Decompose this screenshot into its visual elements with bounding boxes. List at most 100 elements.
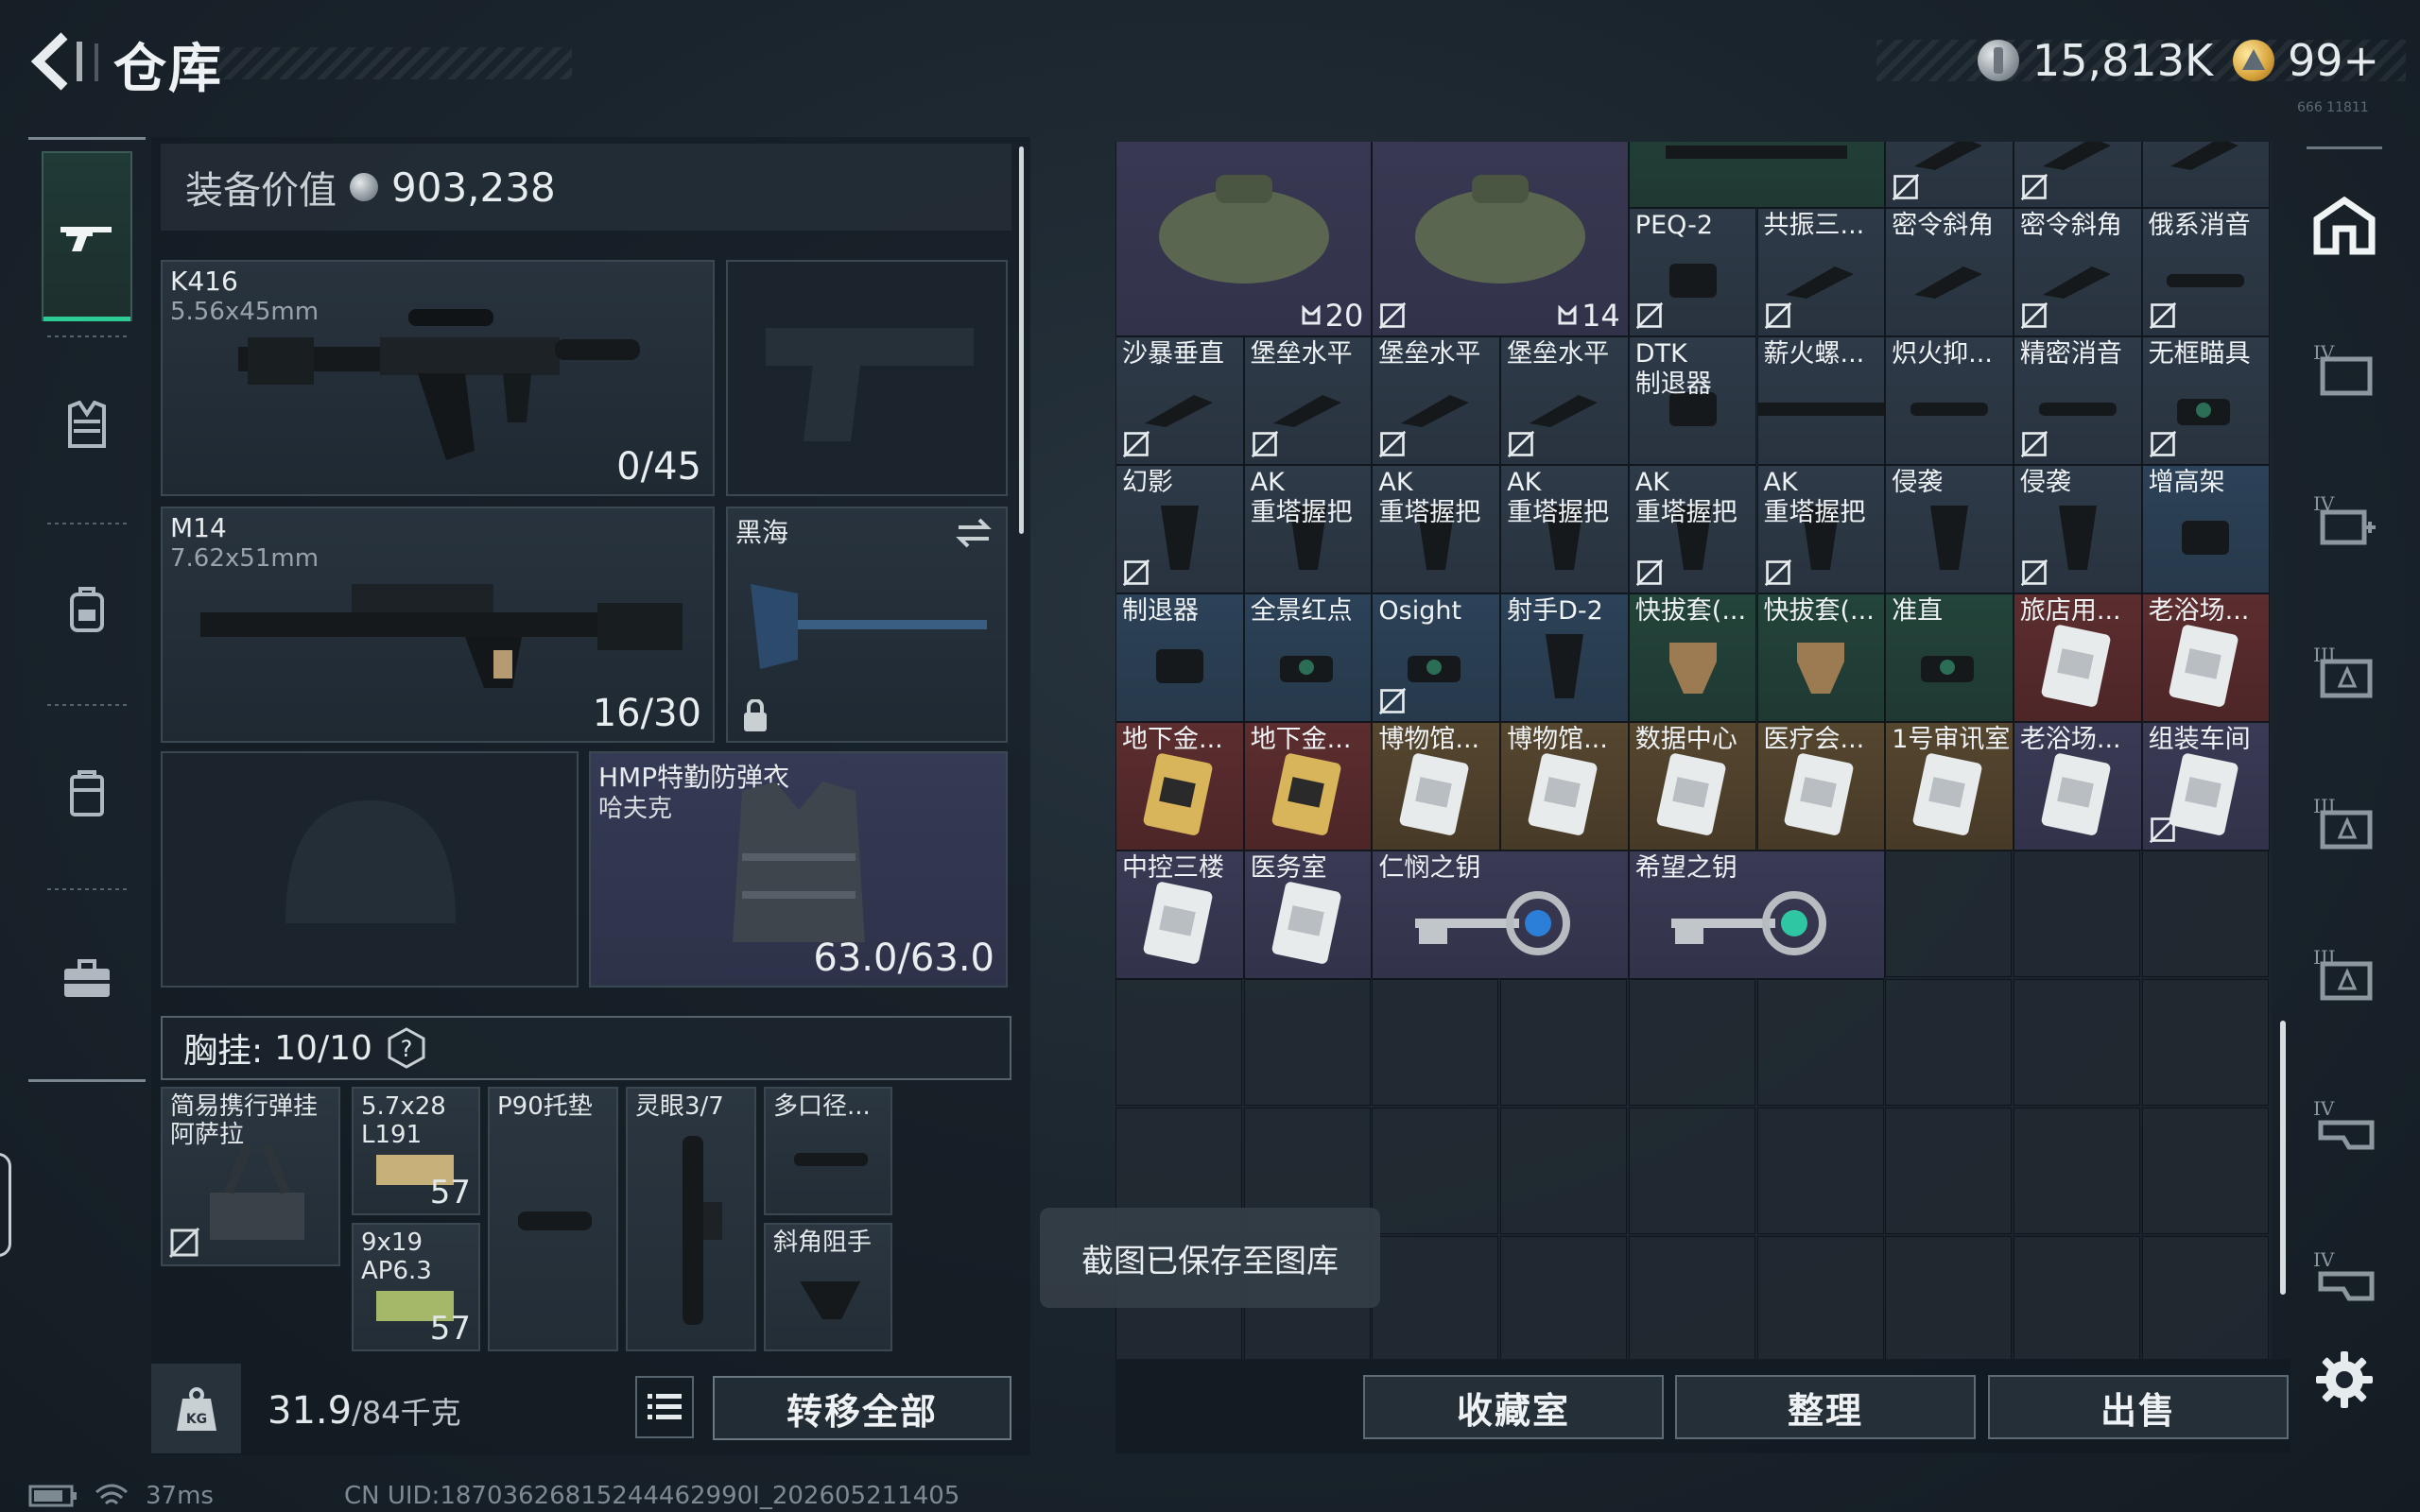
help-icon[interactable]: ? bbox=[384, 1025, 429, 1071]
storage-item[interactable]: 幻影 bbox=[1115, 465, 1244, 593]
add-iv-icon[interactable]: IV bbox=[2307, 482, 2382, 558]
storage-item[interactable]: 希望之钥 bbox=[1628, 850, 1886, 979]
storage-item[interactable]: 地下金... bbox=[1115, 722, 1244, 850]
transfer-all-button[interactable]: 转移全部 bbox=[713, 1376, 1011, 1440]
grid-cell[interactable] bbox=[1372, 1236, 1499, 1359]
grid-cell[interactable] bbox=[1628, 979, 1755, 1106]
grid-cell[interactable] bbox=[1115, 979, 1242, 1106]
storage-item[interactable]: 旅店用... bbox=[2013, 593, 2142, 722]
storage-item[interactable]: 快拔套(... bbox=[1756, 593, 1886, 722]
grid-cell[interactable] bbox=[1243, 979, 1371, 1106]
storage-item[interactable]: 密令斜角 bbox=[2013, 208, 2142, 336]
storage-item[interactable]: AK 重塔握把 bbox=[1500, 465, 1629, 593]
grid-cell[interactable] bbox=[1372, 979, 1499, 1106]
storage-item[interactable]: 密令斜角 bbox=[1885, 208, 2014, 336]
grid-cell[interactable] bbox=[1756, 1236, 1884, 1359]
storage-item[interactable]: AK 重塔握把 bbox=[1372, 465, 1501, 593]
sell-button[interactable]: 出售 bbox=[1988, 1375, 2289, 1439]
storage-item[interactable]: AK 重塔握把 bbox=[1243, 465, 1373, 593]
nav-item-weapons[interactable] bbox=[42, 151, 132, 321]
storage-item[interactable]: PEQ-2 bbox=[1628, 208, 1757, 336]
scope-slot[interactable]: 灵眼3/7 bbox=[626, 1087, 756, 1351]
grid-cell[interactable] bbox=[1500, 1108, 1628, 1234]
grid-cell[interactable] bbox=[1756, 979, 1884, 1106]
grid-cell[interactable] bbox=[1500, 979, 1628, 1106]
swap-icon[interactable] bbox=[955, 516, 993, 550]
ammo-slot[interactable]: 9x19 AP6.3 57 bbox=[352, 1223, 480, 1351]
storage-item[interactable]: 堡垒水平 bbox=[1500, 336, 1629, 465]
nav-item-toolbox[interactable] bbox=[42, 893, 132, 1063]
settings-icon[interactable] bbox=[2307, 1342, 2382, 1418]
storage-item[interactable]: 仁悯之钥 bbox=[1372, 850, 1629, 979]
grid-cell[interactable] bbox=[2141, 850, 2269, 977]
grid-cell[interactable] bbox=[2141, 979, 2269, 1106]
nav-item-backpack[interactable] bbox=[42, 524, 132, 695]
box-iii-icon[interactable]: III bbox=[2307, 784, 2382, 860]
storage-item[interactable]: 博物馆... bbox=[1500, 722, 1629, 850]
storage-item[interactable]: 医务室 bbox=[1243, 850, 1373, 979]
storage-item[interactable]: 20 bbox=[1115, 142, 1373, 336]
stock-pad-slot[interactable]: P90托垫 bbox=[488, 1087, 618, 1351]
grid-cell[interactable] bbox=[2141, 1236, 2269, 1359]
grip-slot[interactable]: 斜角阻手 bbox=[764, 1223, 892, 1351]
storage-item[interactable]: 1号审讯室 bbox=[1885, 722, 2014, 850]
storage-scrollbar[interactable] bbox=[2280, 1021, 2286, 1295]
storage-item[interactable] bbox=[1628, 142, 1886, 208]
grid-cell[interactable] bbox=[1372, 1108, 1499, 1234]
storage-item[interactable]: 共振三... bbox=[1756, 208, 1886, 336]
storage-item[interactable]: 制退器 bbox=[1115, 593, 1244, 722]
nav-item-case[interactable] bbox=[42, 709, 132, 879]
storage-item[interactable] bbox=[2013, 142, 2142, 208]
storage-item[interactable]: 老浴场... bbox=[2141, 593, 2271, 722]
storage-item[interactable]: 沙暴垂直 bbox=[1115, 336, 1244, 465]
folder-iv-icon[interactable]: IV bbox=[2307, 331, 2382, 406]
storage-item[interactable]: 堡垒水平 bbox=[1372, 336, 1501, 465]
storage-item[interactable]: 堡垒水平 bbox=[1243, 336, 1373, 465]
storage-item[interactable]: 全景红点 bbox=[1243, 593, 1373, 722]
grid-cell[interactable] bbox=[1628, 1236, 1755, 1359]
primary-weapon-slot[interactable]: K416 5.56x45mm 0/45 bbox=[161, 260, 715, 496]
nav-item-armor[interactable] bbox=[42, 340, 132, 510]
equipment-scrollbar[interactable] bbox=[1019, 146, 1024, 534]
grid-cell[interactable] bbox=[1885, 1236, 2013, 1359]
box-iv-icon[interactable]: IV bbox=[2307, 1087, 2382, 1162]
storage-home-icon[interactable] bbox=[2307, 187, 2382, 263]
chest-rig-slot[interactable]: 简易携行弹挂 阿萨拉 bbox=[161, 1087, 340, 1266]
grid-cell[interactable] bbox=[2013, 979, 2140, 1106]
grid-cell[interactable] bbox=[2013, 1108, 2140, 1234]
grid-cell[interactable] bbox=[1756, 1108, 1884, 1234]
grid-cell[interactable] bbox=[1500, 1236, 1628, 1359]
pistol-slot[interactable] bbox=[726, 260, 1008, 496]
storage-item[interactable]: 中控三楼 bbox=[1115, 850, 1244, 979]
storage-item[interactable]: 数据中心 bbox=[1628, 722, 1757, 850]
storage-item[interactable]: 射手D-2 bbox=[1500, 593, 1629, 722]
storage-item[interactable]: Osight bbox=[1372, 593, 1501, 722]
box-iv-icon[interactable]: IV bbox=[2307, 1238, 2382, 1314]
ammo-slot[interactable]: 5.7x28 L191 57 bbox=[352, 1087, 480, 1215]
storage-item[interactable]: 侵袭 bbox=[1885, 465, 2014, 593]
grid-cell[interactable] bbox=[2141, 1108, 2269, 1234]
storage-item[interactable]: AK 重塔握把 bbox=[1756, 465, 1886, 593]
box-iii-icon[interactable]: III bbox=[2307, 633, 2382, 709]
secondary-weapon-slot[interactable]: M14 7.62x51mm 16/30 bbox=[161, 507, 715, 743]
storage-item[interactable]: 炽火抑... bbox=[1885, 336, 2014, 465]
muzzle-slot[interactable]: 多口径... bbox=[764, 1087, 892, 1215]
storage-item[interactable]: 博物馆... bbox=[1372, 722, 1501, 850]
storage-item[interactable]: 组装车间 bbox=[2141, 722, 2271, 850]
storage-item[interactable] bbox=[1885, 142, 2014, 208]
storage-item[interactable]: 增高架 bbox=[2141, 465, 2271, 593]
storage-item[interactable]: 快拔套(... bbox=[1628, 593, 1757, 722]
storage-item[interactable]: 俄系消音 bbox=[2141, 208, 2271, 336]
melee-slot[interactable]: 黑海 bbox=[726, 507, 1008, 743]
box-iii-icon[interactable]: III bbox=[2307, 936, 2382, 1011]
storage-item[interactable]: 14 bbox=[1372, 142, 1629, 336]
storage-item[interactable]: 医疗会... bbox=[1756, 722, 1886, 850]
grid-cell[interactable] bbox=[2013, 1236, 2140, 1359]
side-drawer-handle[interactable] bbox=[0, 1153, 11, 1257]
storage-item[interactable]: 薪火螺... bbox=[1756, 336, 1886, 465]
grid-cell[interactable] bbox=[2013, 850, 2140, 977]
grid-cell[interactable] bbox=[1885, 979, 2013, 1106]
helmet-slot[interactable] bbox=[161, 751, 579, 988]
storage-item[interactable]: 准直 bbox=[1885, 593, 2014, 722]
storage-item[interactable]: 精密消音 bbox=[2013, 336, 2142, 465]
